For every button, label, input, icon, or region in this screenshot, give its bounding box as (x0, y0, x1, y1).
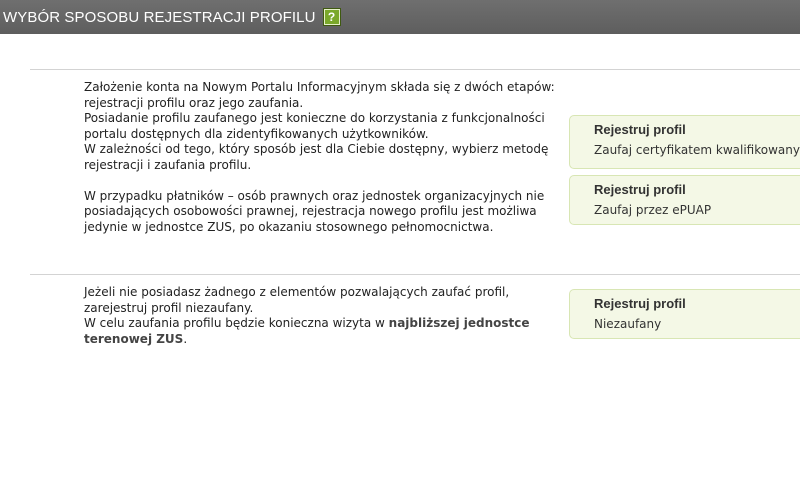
local-zus-text: terenowej ZUS (84, 331, 184, 346)
option-subtitle: Niezaufany (594, 317, 662, 331)
option-title: Rejestruj profil (594, 182, 686, 197)
description-line: portalu dostępnych dla zidentyfikowanych… (84, 126, 429, 141)
section-divider-top (30, 69, 800, 70)
page-title: WYBÓR SPOSOBU REJESTRACJI PROFILU (3, 8, 316, 26)
register-certificate-option[interactable]: Rejestruj profil Zaufaj certyfikatem kwa… (569, 115, 800, 169)
question-mark-icon[interactable]: ? (323, 9, 340, 25)
description-line: rejestracji profilu oraz jego zaufania. (84, 95, 304, 110)
nearest-unit-text: najbliższej jednostce (388, 316, 530, 330)
register-untrusted-option[interactable]: Rejestruj profil Niezaufany (569, 289, 800, 339)
payer-note-line: jedynie w jednostce ZUS, po okazaniu sto… (84, 219, 494, 234)
option-subtitle: Zaufaj certyfikatem kwalifikowanym (594, 143, 800, 157)
payer-note-line: posiadających osobowości prawnej, rejest… (84, 204, 537, 218)
untrusted-info-line: zarejestruj profil niezaufany. (84, 300, 254, 315)
section2-description: Jeżeli nie posiadasz żadnego z elementów… (84, 285, 530, 347)
payer-note-line: W przypadku płatników – osób prawnych or… (84, 188, 545, 203)
visit-info-continued: terenowej ZUS. (84, 332, 530, 348)
section-divider-bottom (30, 274, 800, 275)
section1-description: Założenie konta na Nowym Portalu Informa… (84, 80, 555, 235)
option-title: Rejestruj profil (594, 122, 686, 137)
visit-info-prefix: W celu zaufania profilu będzie konieczna… (84, 316, 389, 330)
option-subtitle: Zaufaj przez ePUAP (594, 203, 712, 217)
page-header: WYBÓR SPOSOBU REJESTRACJI PROFILU ? (0, 0, 800, 34)
visit-info: W celu zaufania profilu będzie konieczna… (84, 316, 530, 332)
register-epuap-option[interactable]: Rejestruj profil Zaufaj przez ePUAP (569, 175, 800, 225)
description-line: Założenie konta na Nowym Portalu Informa… (84, 80, 555, 94)
description-line: rejestracji i zaufania profilu. (84, 157, 252, 172)
option-title: Rejestruj profil (594, 296, 686, 311)
visit-info-suffix: . (183, 331, 188, 346)
description-line: Posiadanie profilu zaufanego jest koniec… (84, 111, 545, 125)
untrusted-info-line: Jeżeli nie posiadasz żadnego z elementów… (84, 285, 510, 299)
description-line: W zależności od tego, który sposób jest … (84, 142, 549, 156)
